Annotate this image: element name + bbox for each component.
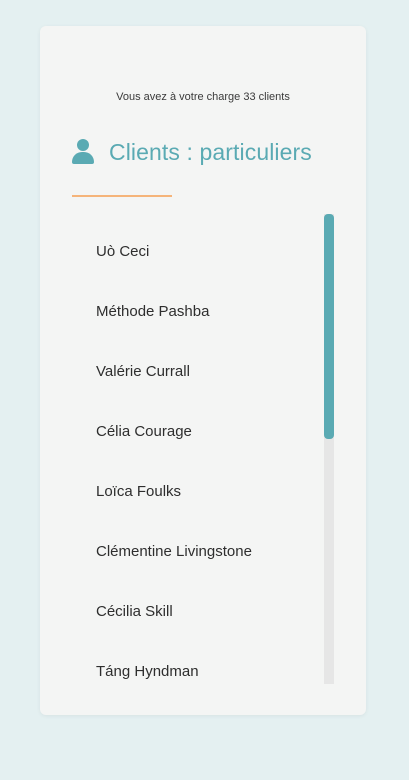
client-list-item[interactable]: Méthode Pashba [40, 281, 330, 341]
client-list: Uò Ceci Méthode Pashba Valérie Currall C… [40, 221, 330, 682]
client-list-item[interactable]: Célia Courage [40, 401, 330, 461]
clients-card: Vous avez à votre charge 33 clients Clie… [40, 26, 366, 715]
client-list-item[interactable]: Táng Hyndman [40, 641, 330, 682]
title-underline [72, 195, 172, 197]
client-list-item[interactable]: Loïca Foulks [40, 461, 330, 521]
section-header: Clients : particuliers [72, 137, 312, 167]
page-title: Clients : particuliers [109, 138, 312, 165]
scrollbar-thumb[interactable] [324, 214, 334, 439]
client-list-item[interactable]: Clémentine Livingstone [40, 521, 330, 581]
client-list-item[interactable]: Uò Ceci [40, 221, 330, 281]
scrollbar-track[interactable] [324, 214, 334, 684]
client-list-item[interactable]: Cécilia Skill [40, 581, 330, 641]
clients-count-text: Vous avez à votre charge 33 clients [116, 91, 290, 103]
user-icon [72, 139, 94, 165]
client-list-item[interactable]: Valérie Currall [40, 341, 330, 401]
